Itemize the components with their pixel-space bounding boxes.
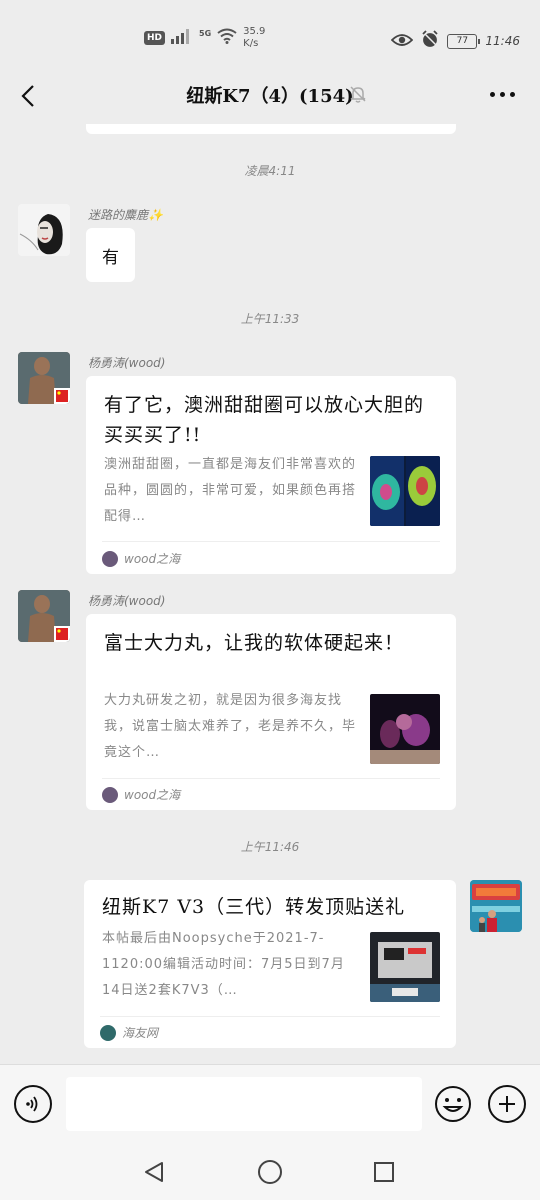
- nav-recent-icon: [374, 1162, 394, 1182]
- bell-off-icon: [348, 84, 368, 108]
- card-source: wood之海: [102, 786, 180, 803]
- more-options-button[interactable]: [486, 82, 518, 106]
- alarm-off-icon: [421, 30, 439, 52]
- avatar[interactable]: [18, 590, 70, 642]
- more-dot: [509, 91, 515, 97]
- card-title: 纽斯K7 V3（三代）转发顶贴送礼: [102, 896, 406, 918]
- nav-home-icon: [258, 1160, 282, 1184]
- card-thumbnail: [370, 456, 440, 526]
- more-functions-button[interactable]: [488, 1085, 526, 1123]
- battery-indicator: 77: [447, 33, 481, 49]
- status-right: 77 11:46: [391, 30, 520, 52]
- card-thumbnail: [370, 932, 440, 1002]
- self-avatar[interactable]: [470, 880, 522, 932]
- card-divider: [102, 541, 440, 542]
- source-name: 海友网: [122, 1026, 159, 1040]
- link-card[interactable]: 有了它，澳洲甜甜圈可以放心大胆的买买买了!! 澳洲甜甜圈，一直都是海友们非常喜欢…: [86, 376, 456, 574]
- nav-back-icon: [145, 1162, 163, 1182]
- status-left: HD 5G 35.9 K/s: [144, 26, 265, 50]
- chat-header: 纽斯K7（4）(154): [0, 66, 540, 124]
- card-source: wood之海: [102, 550, 180, 567]
- nav-home-button[interactable]: [256, 1158, 284, 1186]
- text-message-bubble[interactable]: 有: [86, 228, 135, 282]
- chat-title: 纽斯K7（4）(154): [186, 86, 354, 107]
- emoji-icon: [435, 1086, 471, 1122]
- source-logo-icon: [100, 1024, 116, 1041]
- hd-indicator: HD: [144, 31, 166, 45]
- timestamp: 凌晨4:11: [244, 164, 296, 178]
- signal-icon: [171, 28, 193, 48]
- card-description: 大力丸研发之初，就是因为很多海友找我，说富士脑太难养了，老是养不久，毕竟这个…: [104, 693, 357, 760]
- sender-name: 迷路的麋鹿✨: [88, 208, 163, 222]
- card-description: 澳洲甜甜圈，一直都是海友们非常喜欢的品种，圆圆的，非常可爱，如果颜色再搭配得…: [104, 457, 357, 524]
- plus-icon: [499, 1096, 515, 1112]
- eye-icon: [391, 32, 414, 51]
- card-thumbnail: [370, 694, 440, 764]
- timestamp: 上午11:46: [240, 840, 300, 854]
- card-title: 有了它，澳洲甜甜圈可以放心大胆的买买买了!!: [104, 394, 425, 446]
- card-description: 本帖最后由Noopsyche于2021-7-1120:00编辑活动时间：7月5日…: [102, 931, 345, 998]
- network-type: 5G: [199, 28, 212, 38]
- emoji-button[interactable]: [434, 1085, 472, 1123]
- source-logo-icon: [102, 786, 118, 803]
- card-title: 富士大力丸，让我的软体硬起来！: [104, 632, 405, 654]
- speed-value: 35.9: [243, 26, 266, 37]
- voice-input-button[interactable]: [14, 1085, 52, 1123]
- source-logo-icon: [102, 550, 118, 567]
- message-input[interactable]: [66, 1077, 422, 1131]
- nav-recent-button[interactable]: [370, 1158, 398, 1186]
- avatar[interactable]: [18, 204, 70, 256]
- input-bar: [0, 1064, 540, 1144]
- sender-name: 杨勇涛(wood): [88, 356, 166, 370]
- system-nav-bar: [0, 1144, 540, 1200]
- sender-name: 杨勇涛(wood): [88, 594, 166, 608]
- timestamp: 上午11:33: [240, 312, 300, 326]
- message-text: 有: [102, 247, 119, 268]
- card-divider: [100, 1016, 440, 1017]
- status-bar: HD 5G 35.9 K/s 77 11:46: [0, 0, 540, 66]
- speed-unit: K/s: [243, 38, 259, 49]
- wifi-icon: [217, 28, 237, 48]
- link-card[interactable]: 纽斯K7 V3（三代）转发顶贴送礼 本帖最后由Noopsyche于2021-7-…: [84, 880, 456, 1048]
- message-list[interactable]: 凌晨4:11 迷路的麋鹿✨ 有 上午11:33 杨勇涛(wood) 有了它，澳洲…: [0, 124, 540, 1064]
- card-source: 海友网: [100, 1024, 158, 1041]
- more-dot: [489, 91, 495, 97]
- network-speed: 35.9 K/s: [243, 26, 265, 50]
- card-divider: [102, 778, 440, 779]
- avatar[interactable]: [18, 352, 70, 404]
- link-card[interactable]: 富士大力丸，让我的软体硬起来！ 大力丸研发之初，就是因为很多海友找我，说富士脑太…: [86, 614, 456, 810]
- source-name: wood之海: [124, 788, 181, 802]
- previous-card-edge[interactable]: [86, 124, 456, 134]
- clock: 11:46: [485, 34, 520, 48]
- nav-back-button[interactable]: [140, 1158, 168, 1186]
- source-name: wood之海: [124, 552, 181, 566]
- voice-icon: [26, 1096, 38, 1112]
- more-dot: [499, 91, 505, 97]
